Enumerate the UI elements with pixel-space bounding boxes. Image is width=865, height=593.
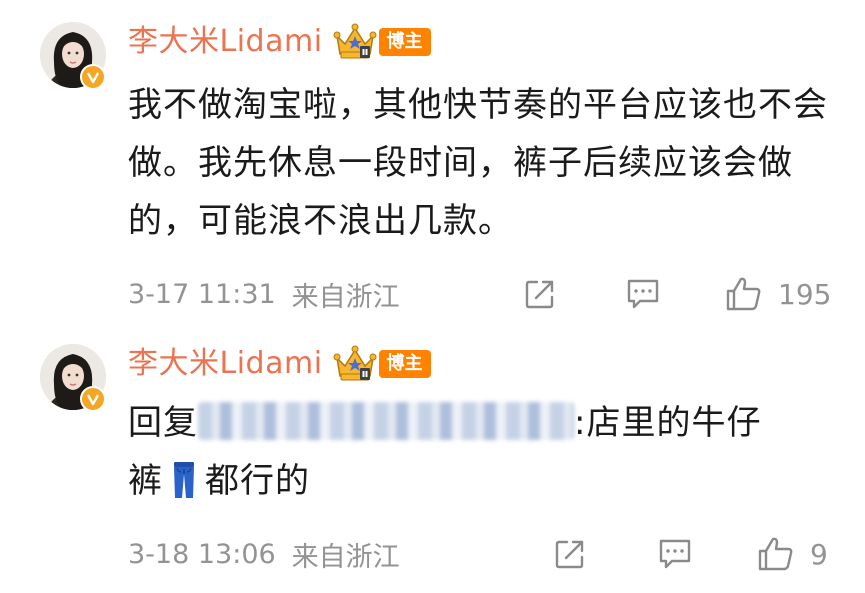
reply-suffix: :店里的牛仔 — [574, 403, 762, 443]
comment-item: 李大米Lidami 博主 我不做淘宝啦，其他快节奏的平台应该也不会做。我先休息一… — [0, 0, 865, 330]
comment-text-tail: 都行的 — [205, 461, 310, 501]
blogger-tag: 博主 — [378, 28, 431, 56]
timestamp: 3-18 13:06 — [128, 538, 276, 570]
share-icon — [555, 540, 584, 569]
comment-text-tail: 裤 — [128, 461, 163, 501]
comment-text: 我不做淘宝啦，其他快节奏的平台应该也不会做。我先休息一段时间，裤子后续应该会做的… — [128, 85, 828, 241]
like-count: 9 — [810, 537, 828, 571]
author-row: 李大米Lidami 博主 — [128, 342, 431, 386]
username[interactable]: 李大米Lidami — [128, 20, 323, 64]
username[interactable]: 李大米Lidami — [128, 342, 323, 386]
blogger-tag: 博主 — [378, 350, 431, 378]
comment-item: 李大米Lidami 博主 回复 :店里的牛仔裤 都行的 3-18 13:06 来自… — [0, 330, 865, 593]
verified-badge-icon — [80, 386, 106, 412]
like-button[interactable]: 195 — [724, 274, 831, 314]
location: 来自浙江 — [291, 281, 400, 313]
comment-button[interactable] — [624, 274, 662, 314]
thumbs-up-icon — [758, 537, 793, 571]
like-button[interactable]: 9 — [756, 534, 828, 574]
comment-meta: 3-17 11:31 来自浙江 195 — [128, 274, 835, 314]
timestamp: 3-17 11:31 — [128, 278, 276, 310]
comment-text: 回复 :店里的牛仔裤 都行的 — [128, 394, 838, 510]
jeans-emoji-icon — [174, 462, 194, 498]
location: 来自浙江 — [291, 541, 400, 573]
blurred-mention[interactable] — [198, 402, 574, 440]
comment-icon — [627, 279, 659, 309]
share-button[interactable] — [522, 274, 558, 314]
comment-icon — [659, 539, 691, 569]
crown-icon — [333, 23, 377, 59]
comment-meta: 3-18 13:06 来自浙江 9 — [128, 534, 835, 574]
reply-prefix: 回复 — [128, 403, 198, 443]
verified-badge-icon — [80, 64, 106, 90]
comment-button[interactable] — [656, 534, 694, 574]
crown-icon — [333, 345, 377, 381]
like-count: 195 — [778, 277, 832, 311]
thumbs-up-icon — [726, 277, 761, 311]
author-row: 李大米Lidami 博主 — [128, 20, 431, 64]
share-icon — [525, 280, 554, 309]
share-button[interactable] — [552, 534, 588, 574]
